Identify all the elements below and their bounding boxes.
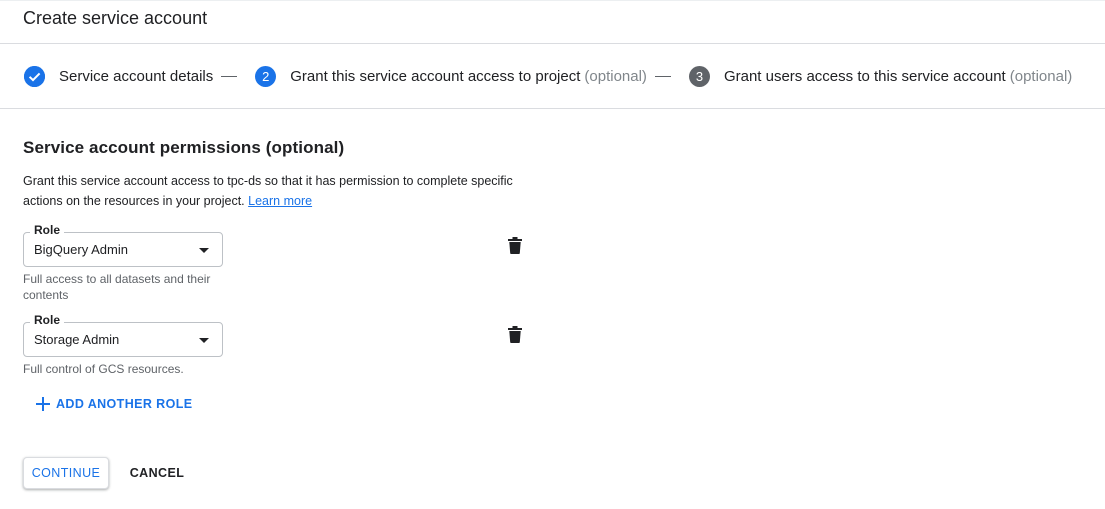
role-row: Role Storage Admin Full control of GCS r… — [23, 313, 525, 377]
role-helper-text: Full access to all datasets and their co… — [23, 272, 211, 302]
role-select[interactable]: Role Storage Admin — [23, 313, 223, 357]
step-2-badge: 2 — [255, 66, 277, 87]
step-3-badge: 3 — [688, 66, 710, 87]
page-title: Create service account — [23, 8, 208, 28]
create-service-account-page: Create service account Service account d… — [0, 0, 1105, 509]
step-row: Service account details 2 Grant this ser… — [24, 66, 1072, 87]
check-circle-icon — [24, 66, 45, 87]
role-label: Role — [30, 313, 65, 327]
step-3-optional: (optional) — [1009, 68, 1073, 85]
step-2-label[interactable]: Grant this service account access to pro… — [290, 68, 580, 85]
plus-icon — [34, 395, 52, 413]
add-role-label: ADD ANOTHER ROLE — [56, 397, 193, 411]
role-value: BigQuery Admin — [34, 242, 128, 257]
role-helper-text: Full control of GCS resources. — [23, 362, 184, 376]
section-description: Grant this service account access to tpc… — [23, 171, 543, 211]
role-value: Storage Admin — [34, 332, 120, 347]
delete-role-button[interactable] — [505, 234, 525, 256]
role-select[interactable]: Role BigQuery Admin — [23, 223, 223, 267]
arrow-drop-down-icon — [199, 338, 209, 343]
add-another-role-button[interactable]: ADD ANOTHER ROLE — [34, 395, 193, 413]
trash-icon — [508, 325, 522, 343]
arrow-drop-down-icon — [199, 248, 209, 253]
delete-role-button[interactable] — [505, 323, 525, 345]
step-3-label[interactable]: Grant users access to this service accou… — [724, 68, 1006, 85]
title-bar: Create service account — [0, 0, 1105, 44]
step-connector — [221, 76, 238, 77]
role-row: Role BigQuery Admin Full access to all d… — [23, 223, 525, 303]
stepper: Service account details 2 Grant this ser… — [0, 44, 1105, 109]
learn-more-link[interactable]: Learn more — [248, 194, 312, 208]
role-label: Role — [30, 223, 65, 237]
cancel-button[interactable]: CANCEL — [120, 457, 194, 489]
section-title: Service account permissions (optional) — [23, 138, 345, 157]
trash-icon — [508, 236, 522, 254]
continue-button[interactable]: CONTINUE — [23, 457, 109, 489]
step-1-label[interactable]: Service account details — [59, 68, 213, 85]
step-connector — [654, 76, 671, 77]
step-2-optional: (optional) — [584, 68, 647, 85]
